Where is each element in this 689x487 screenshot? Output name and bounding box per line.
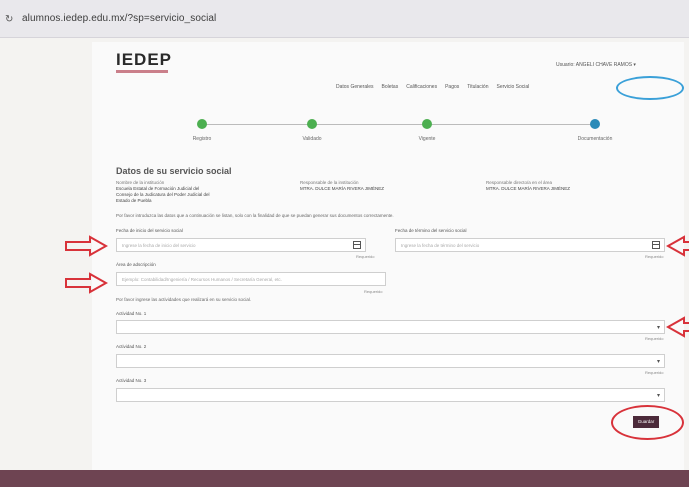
step-label: Validado bbox=[302, 136, 322, 142]
activity-1-select[interactable]: ▾ bbox=[116, 320, 665, 334]
helper-text: Requerido bbox=[645, 336, 664, 341]
annotation-arrow-right bbox=[65, 235, 108, 257]
area-placeholder: Ejemplo: Contabilidad/Ingeniería / Recur… bbox=[122, 277, 282, 282]
area-label: Área de adscripción bbox=[116, 262, 156, 267]
activity-1-label: Actividad No. 1 bbox=[116, 311, 147, 316]
helper-text: Requerido bbox=[645, 370, 664, 375]
annotation-arrow-left bbox=[666, 235, 689, 257]
iedep-logo[interactable]: IEDEP bbox=[116, 50, 172, 70]
info-direct-responsible: Responsable directo/a en el área MTRA. D… bbox=[486, 180, 586, 192]
info-institution: Nombre de la institución Escuela Estatal… bbox=[116, 180, 216, 204]
end-date-placeholder: Ingrese la fecha de término del servicio bbox=[401, 243, 480, 248]
nav-servicio-social[interactable]: Servicio Social bbox=[496, 84, 529, 90]
logo-underline bbox=[116, 70, 168, 73]
refresh-icon[interactable]: ↻ bbox=[5, 14, 13, 25]
nav-pagos[interactable]: Pagos bbox=[445, 84, 459, 90]
page-footer bbox=[0, 470, 689, 487]
stepper-line bbox=[427, 124, 595, 125]
calendar-icon[interactable] bbox=[652, 241, 660, 249]
info-value: Escuela Estatal de Formación Judicial de… bbox=[116, 186, 210, 203]
section-title: Datos de su servicio social bbox=[116, 166, 232, 176]
nav-boletas[interactable]: Boletas bbox=[382, 84, 399, 90]
nav-titulacion[interactable]: Titulación bbox=[467, 84, 488, 90]
activity-3-select[interactable]: ▾ bbox=[116, 388, 665, 402]
instruction-dates: Por favor introduzca las datos que a con… bbox=[116, 213, 394, 218]
area-input[interactable]: Ejemplo: Contabilidad/Ingeniería / Recur… bbox=[116, 272, 386, 286]
step-dot-registro bbox=[197, 119, 207, 129]
helper-text: Requerido bbox=[364, 289, 383, 294]
annotation-arrow-right bbox=[65, 272, 108, 294]
start-date-placeholder: Ingrese la fecha de inicio del servicio bbox=[122, 243, 196, 248]
start-date-input[interactable]: Ingrese la fecha de inicio del servicio bbox=[116, 238, 366, 252]
instruction-activities: Por favor ingrese las actividades que re… bbox=[116, 297, 252, 302]
step-label: Registro bbox=[192, 136, 212, 142]
annotation-circle-red bbox=[611, 405, 684, 440]
end-date-input[interactable]: Ingrese la fecha de término del servicio bbox=[395, 238, 665, 252]
browser-url-bar[interactable]: ↻ alumnos.iedep.edu.mx/?sp=servicio_soci… bbox=[0, 0, 689, 38]
end-date-label: Fecha de término del servicio social bbox=[395, 228, 467, 233]
step-dot-documentacion bbox=[590, 119, 600, 129]
info-responsible: Responsable de la institución MTRA. DULC… bbox=[300, 180, 400, 192]
activity-3-label: Actividad No. 3 bbox=[116, 378, 147, 383]
stepper-line bbox=[202, 124, 312, 125]
step-label: Documentación bbox=[577, 136, 613, 142]
stepper-line bbox=[312, 124, 427, 125]
start-date-label: Fecha de inicio del servicio social bbox=[116, 228, 183, 233]
step-label: Vigente bbox=[418, 136, 436, 142]
user-menu[interactable]: Usuario: ANGELI CHAVE RAMOS ▾ bbox=[556, 62, 636, 68]
chevron-down-icon: ▾ bbox=[656, 325, 660, 331]
content-panel bbox=[92, 42, 684, 470]
nav-datos-generales[interactable]: Datos Generales bbox=[336, 84, 374, 90]
top-navigation: Datos Generales Boletas Calificaciones P… bbox=[336, 84, 529, 90]
helper-text: Requerido bbox=[356, 254, 375, 259]
nav-calificaciones[interactable]: Calificaciones bbox=[406, 84, 437, 90]
step-dot-vigente bbox=[422, 119, 432, 129]
activity-2-label: Actividad No. 2 bbox=[116, 344, 147, 349]
annotation-circle-blue bbox=[616, 76, 684, 100]
annotation-arrow-left bbox=[666, 316, 689, 338]
calendar-icon[interactable] bbox=[353, 241, 361, 249]
step-dot-validado bbox=[307, 119, 317, 129]
url-text[interactable]: alumnos.iedep.edu.mx/?sp=servicio_social bbox=[22, 13, 216, 24]
chevron-down-icon: ▾ bbox=[656, 393, 660, 399]
helper-text: Requerido bbox=[645, 254, 664, 259]
activity-2-select[interactable]: ▾ bbox=[116, 354, 665, 368]
info-value: MTRA. DULCE MARÍA RIVERA JIMÉNEZ bbox=[486, 186, 571, 191]
info-value: MTRA. DULCE MARÍA RIVERA JIMÉNEZ bbox=[300, 186, 385, 191]
chevron-down-icon: ▾ bbox=[656, 359, 660, 365]
